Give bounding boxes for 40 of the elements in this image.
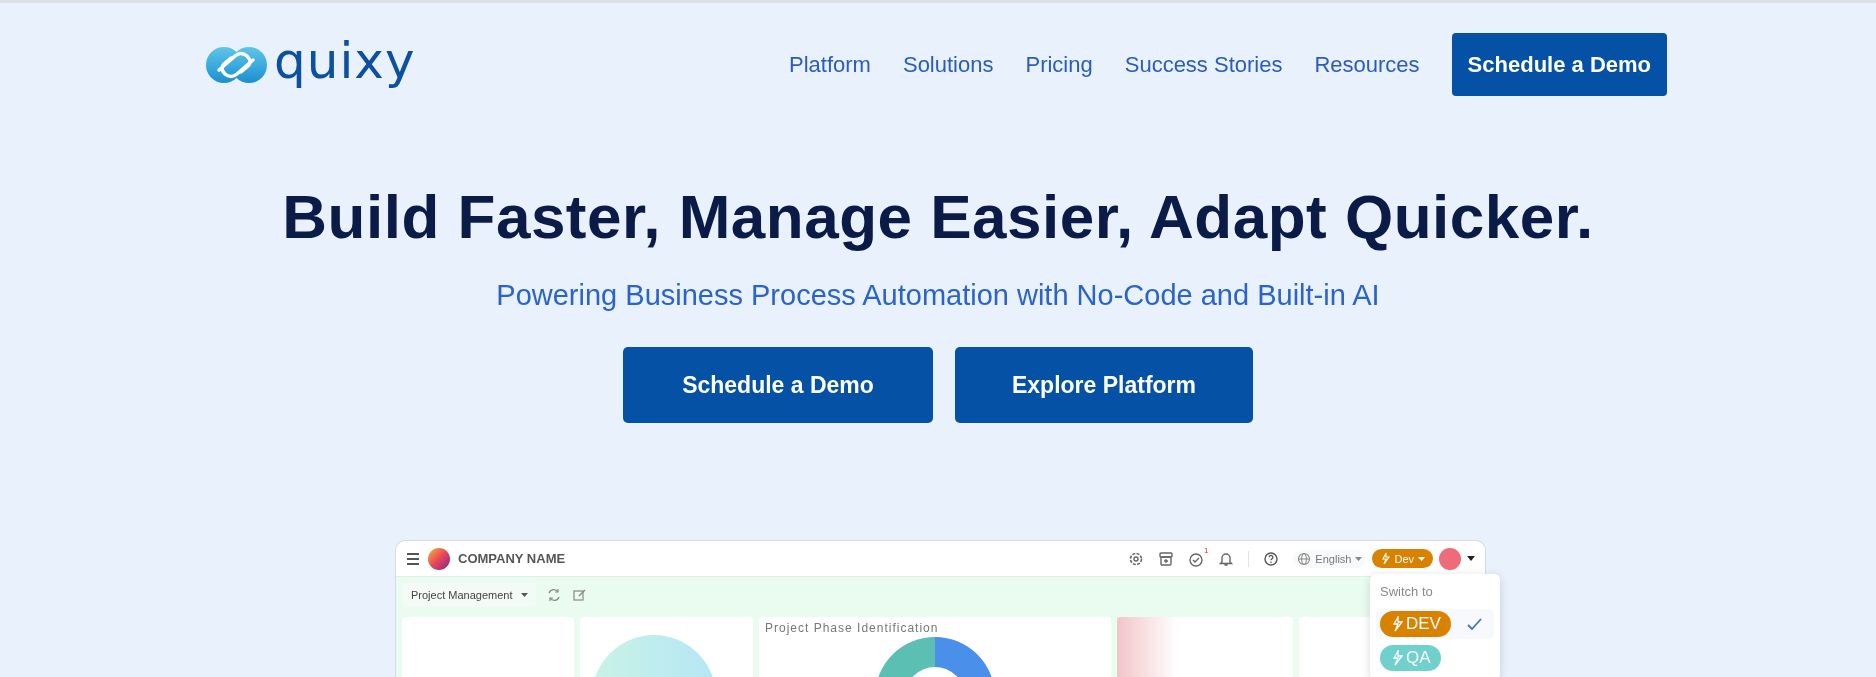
project-select[interactable]: Project Management — [403, 583, 536, 607]
language-selector[interactable]: English — [1293, 549, 1367, 568]
menu-title: Switch to — [1380, 584, 1434, 599]
environment-button[interactable]: Dev — [1372, 549, 1433, 568]
globe-icon — [1297, 551, 1312, 566]
refresh-icon[interactable] — [545, 587, 562, 603]
bolt-icon — [1390, 616, 1403, 632]
nav-link[interactable]: Resources — [1314, 51, 1420, 78]
explore-platform-button[interactable]: Explore Platform — [955, 347, 1253, 423]
caret-icon — [1418, 556, 1425, 561]
hero-subtitle: Powering Business Process Automation with No-Code and Built-in AI — [495, 278, 1381, 313]
bell-icon[interactable] — [1218, 550, 1235, 567]
avatar[interactable] — [1439, 547, 1461, 570]
menu-icon[interactable] — [406, 551, 420, 566]
logo-wordmark[interactable]: quixy — [274, 35, 416, 86]
help-icon[interactable] — [1263, 550, 1280, 567]
environment-option[interactable]: DEV — [1376, 609, 1494, 639]
caret-icon[interactable] — [1467, 556, 1475, 561]
checkmark-icon — [1466, 617, 1482, 631]
nav-link[interactable]: Platform — [789, 51, 871, 78]
notification-count: 1 — [1203, 545, 1209, 555]
schedule-demo-button[interactable]: Schedule a Demo — [1451, 33, 1667, 96]
panel-title: Project Phase Identification — [765, 621, 940, 635]
nav-link[interactable]: Pricing — [1025, 51, 1093, 78]
archive-icon[interactable] — [1158, 550, 1175, 567]
bolt-icon — [1380, 552, 1391, 565]
task-check-icon[interactable] — [1188, 550, 1205, 567]
caret-icon — [1355, 556, 1363, 561]
settings-icon[interactable] — [1128, 550, 1145, 567]
environment-badge: DEV — [1380, 611, 1451, 637]
bolt-icon — [1390, 650, 1403, 666]
hero-heading: Build Faster, Manage Easier, Adapt Quicker. — [281, 181, 1595, 253]
environment-badge: QA — [1380, 645, 1441, 671]
nav-link[interactable]: Solutions — [902, 51, 994, 78]
schedule-demo-button[interactable]: Schedule a Demo — [623, 347, 933, 423]
caret-icon — [520, 593, 528, 597]
company-logo-icon — [428, 547, 450, 570]
company-name: COMPANY NAME — [458, 551, 566, 566]
edit-icon[interactable] — [571, 587, 588, 603]
nav-link[interactable]: Success Stories — [1124, 51, 1283, 78]
